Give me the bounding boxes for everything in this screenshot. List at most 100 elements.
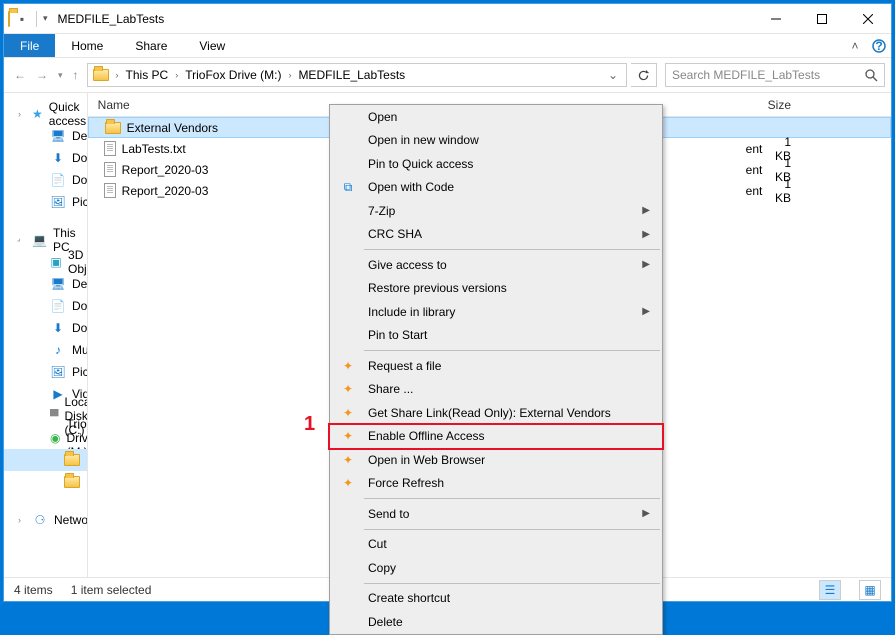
context-menu-item[interactable]: Restore previous versions — [330, 277, 662, 301]
sidebar-item-downloads[interactable]: ⬇Downloads — [4, 317, 87, 339]
chevron-right-icon[interactable]: › — [286, 70, 293, 80]
sidebar-item-desktop[interactable]: 🖥Desktop — [4, 273, 87, 295]
sidebar-item-triofox-drive[interactable]: ◉TrioFox Drive (M:) — [4, 427, 87, 449]
search-icon[interactable] — [865, 69, 878, 82]
context-menu-item[interactable]: ✦Open in Web Browser — [330, 448, 662, 472]
folder-icon — [64, 452, 80, 468]
back-button[interactable]: ← — [14, 68, 26, 82]
cloud-icon: ✦ — [340, 428, 356, 444]
maximize-button[interactable] — [799, 4, 845, 34]
forward-button[interactable]: → — [36, 68, 48, 82]
context-menu-item[interactable]: Delete — [330, 610, 662, 634]
folder-icon — [90, 64, 112, 86]
column-size[interactable]: Size — [768, 98, 891, 112]
sidebar-item-medfile-labtests[interactable]: MEDFILE_LabTests — [4, 449, 87, 471]
refresh-button[interactable] — [631, 63, 657, 87]
context-menu-item[interactable]: Open — [330, 105, 662, 129]
context-menu-item[interactable]: ✦Request a file — [330, 354, 662, 378]
file-tab[interactable]: File — [4, 34, 55, 57]
context-menu-label: Enable Offline Access — [368, 429, 485, 443]
context-menu-label: Open — [368, 110, 397, 124]
context-menu-label: Send to — [368, 507, 409, 521]
tab-share[interactable]: Share — [119, 34, 183, 57]
caret-right-icon[interactable]: › — [18, 515, 21, 525]
breadcrumb-item[interactable]: TrioFox Drive (M:) — [182, 64, 284, 86]
drive-icon: ▀ — [50, 408, 59, 424]
sidebar-item-desktop[interactable]: 🖥Desktop📌 — [4, 125, 87, 147]
context-menu-label: Request a file — [368, 359, 441, 373]
context-menu-item[interactable]: Include in library▶ — [330, 300, 662, 324]
context-menu-item[interactable]: Create shortcut — [330, 587, 662, 611]
status-item-count: 4 items — [14, 583, 53, 597]
context-menu-item[interactable]: Give access to▶ — [330, 253, 662, 277]
context-menu-item[interactable]: CRC SHA ▶ — [330, 223, 662, 247]
network-icon: ⚆ — [32, 512, 48, 528]
submenu-arrow-icon: ▶ — [642, 229, 662, 240]
help-icon[interactable]: ? — [867, 34, 891, 57]
context-menu-item[interactable]: Pin to Quick access — [330, 152, 662, 176]
sidebar-item-downloads[interactable]: ⬇Downloads📌 — [4, 147, 87, 169]
chevron-right-icon[interactable]: › — [173, 70, 180, 80]
cloud-icon: ✦ — [340, 381, 356, 397]
context-menu-item[interactable]: ✦Get Share Link(Read Only): External Ven… — [330, 401, 662, 425]
context-menu[interactable]: Open Open in new windowPin to Quick acces… — [329, 104, 663, 635]
file-size: 1 KB — [768, 177, 891, 205]
context-menu-item[interactable]: ✦Force Refresh — [330, 472, 662, 496]
file-type: ent — [658, 184, 768, 198]
minimize-button[interactable] — [753, 4, 799, 34]
submenu-arrow-icon: ▶ — [642, 508, 662, 519]
context-menu-item[interactable]: ✦Share ... — [330, 378, 662, 402]
context-menu-item[interactable]: Cut — [330, 533, 662, 557]
qat-pin-icon[interactable]: ▪ — [14, 12, 30, 26]
context-menu-item[interactable]: Pin to Start — [330, 324, 662, 348]
tab-home[interactable]: Home — [55, 34, 119, 57]
cube-icon: ▣ — [50, 254, 62, 270]
network-drive-icon: ◉ — [50, 430, 60, 446]
context-menu-item[interactable]: Copy — [330, 556, 662, 580]
pictures-icon: 🖼 — [50, 364, 66, 380]
sidebar-item-network[interactable]: › ⚆Network — [4, 509, 87, 531]
breadcrumb-item[interactable]: MEDFILE_LabTests — [295, 64, 408, 86]
cloud-icon: ✦ — [340, 475, 356, 491]
file-type: ent — [658, 163, 768, 177]
menu-separator — [364, 498, 660, 499]
folder-icon — [105, 122, 121, 134]
sidebar-item-documents[interactable]: 📄Documents📌 — [4, 169, 87, 191]
app-icon — [8, 12, 10, 26]
context-menu-item[interactable]: Send to ▶ — [330, 502, 662, 526]
context-menu-label: CRC SHA — [368, 227, 422, 241]
file-name: Report_2020-03 — [122, 163, 209, 177]
sidebar-item-3d-objects[interactable]: ▣3D Objects — [4, 251, 87, 273]
breadcrumb-item[interactable]: This PC — [123, 64, 172, 86]
up-button[interactable]: ↑ — [73, 68, 79, 82]
caret-right-icon[interactable]: › — [18, 109, 21, 119]
file-name: Report_2020-03 — [122, 184, 209, 198]
file-icon — [104, 162, 116, 177]
qat-dropdown-icon[interactable]: ▾ — [43, 13, 48, 24]
context-menu-item[interactable]: Open in new window — [330, 129, 662, 153]
tab-view[interactable]: View — [183, 34, 241, 57]
context-menu-item[interactable]: ✦ Enable Offline Access — [330, 425, 662, 449]
context-menu-label: Include in library — [368, 305, 455, 319]
view-large-icons-button[interactable]: ▦ — [859, 580, 881, 600]
view-details-button[interactable]: ☰ — [819, 580, 841, 600]
collapse-ribbon-icon[interactable]: ˄ — [843, 34, 867, 57]
chevron-right-icon[interactable]: › — [114, 70, 121, 80]
sidebar-item-pictures[interactable]: 🖼Pictures📌 — [4, 191, 87, 213]
sidebar-item-music[interactable]: ♪Music — [4, 339, 87, 361]
address-dropdown-icon[interactable]: ⌄ — [602, 68, 624, 82]
sidebar-item-documents[interactable]: 📄Documents — [4, 295, 87, 317]
recent-dropdown-icon[interactable]: ▾ — [58, 70, 63, 81]
sidebar-item-medfile-patientinfo[interactable]: MEDFILE_PatientInfo — [4, 471, 87, 493]
search-input[interactable]: Search MEDFILE_LabTests — [665, 63, 885, 87]
ribbon-tabs: File Home Share View ˄ ? — [4, 34, 891, 58]
context-menu-item[interactable]: 7-Zip▶ — [330, 199, 662, 223]
context-menu-item[interactable]: ⧉Open with Code — [330, 176, 662, 200]
sidebar-item-pictures[interactable]: 🖼Pictures — [4, 361, 87, 383]
documents-icon: 📄 — [50, 298, 66, 314]
window-title: MEDFILE_LabTests — [52, 12, 753, 26]
sidebar-item-quick-access[interactable]: › ★Quick access — [4, 103, 87, 125]
close-button[interactable] — [845, 4, 891, 34]
navigation-pane[interactable]: › ★Quick access 🖥Desktop📌 ⬇Downloads📌 📄D… — [4, 93, 88, 577]
address-bar[interactable]: › This PC › TrioFox Drive (M:) › MEDFILE… — [87, 63, 627, 87]
